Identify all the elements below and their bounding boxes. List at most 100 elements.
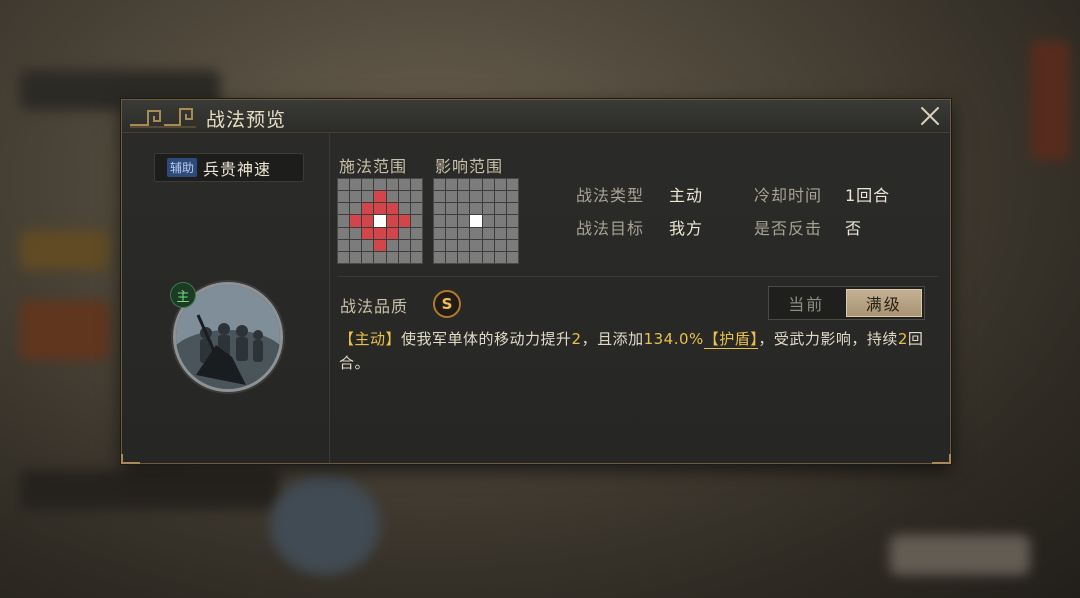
shield-keyword[interactable]: 【护盾】 [703, 330, 759, 349]
range-cell [446, 215, 458, 227]
range-cell [362, 191, 374, 203]
range-cell [338, 191, 350, 203]
active-tag: 【主动】 [339, 330, 402, 348]
range-cell [446, 191, 458, 203]
range-cell [398, 227, 410, 239]
section-divider [338, 276, 938, 277]
corner-ornament-icon [932, 454, 951, 464]
range-cell [374, 239, 386, 251]
range-cell [386, 239, 398, 251]
range-cell [362, 215, 374, 227]
range-cell [506, 203, 518, 215]
range-cell [470, 191, 482, 203]
range-cell [458, 239, 470, 251]
range-cell [434, 215, 446, 227]
range-cell [506, 227, 518, 239]
range-cell [482, 191, 494, 203]
range-cell [398, 239, 410, 251]
desc-number: 2 [571, 330, 582, 348]
skill-preview-dialog: 战法预览 辅助 兵贵神速 主 施法范围 影响范围 战法类型 主动 冷却时间 1回… [121, 99, 951, 464]
range-cell [446, 179, 458, 191]
range-cell [494, 251, 506, 263]
counterattack-value: 否 [845, 219, 863, 238]
skill-type-label: 战法类型 [576, 186, 645, 205]
range-cell [374, 215, 386, 227]
dialog-titlebar: 战法预览 [122, 100, 950, 133]
range-cell [410, 191, 422, 203]
desc-text: 使我军单体的移动力提升 [401, 330, 572, 348]
effect-range-label: 影响范围 [435, 157, 504, 176]
title-ornament-icon [130, 108, 196, 128]
range-cell [350, 179, 362, 191]
range-cell [410, 179, 422, 191]
range-cell [386, 215, 398, 227]
range-cell [494, 215, 506, 227]
range-cell [434, 203, 446, 215]
dialog-title: 战法预览 [206, 109, 287, 131]
range-cell [374, 179, 386, 191]
range-cell [446, 239, 458, 251]
range-cell [350, 191, 362, 203]
range-cell [386, 227, 398, 239]
cooldown-value: 1回合 [845, 186, 891, 205]
range-cell [506, 179, 518, 191]
range-cell [482, 215, 494, 227]
range-cell [350, 215, 362, 227]
range-cell [398, 191, 410, 203]
range-cell [362, 251, 374, 263]
range-cell [446, 251, 458, 263]
range-cell [434, 227, 446, 239]
effect-range-grid [433, 178, 519, 264]
range-cell [434, 179, 446, 191]
range-cell [470, 203, 482, 215]
range-cell [362, 227, 374, 239]
range-cell [494, 191, 506, 203]
range-cell [506, 239, 518, 251]
skill-type-value: 主动 [669, 186, 704, 205]
skill-category-badge: 辅助 [167, 158, 198, 177]
range-cell [470, 215, 482, 227]
desc-number: 2 [897, 330, 908, 348]
skill-summary-panel: 辅助 兵贵神速 主 [122, 133, 330, 463]
range-cell [374, 191, 386, 203]
cast-range-grid [337, 178, 423, 264]
range-cell [338, 215, 350, 227]
range-cell [482, 251, 494, 263]
skill-quality-label: 战法品质 [340, 297, 409, 316]
range-cell [410, 227, 422, 239]
range-cell [386, 191, 398, 203]
cast-range-label: 施法范围 [339, 157, 408, 176]
cooldown-label: 冷却时间 [754, 186, 823, 205]
range-cell [494, 227, 506, 239]
range-cell [482, 239, 494, 251]
skill-name: 兵贵神速 [203, 159, 272, 179]
skill-description: 【主动】使我军单体的移动力提升2，且添加134.0%【护盾】，受武力影响，持续2… [339, 327, 939, 375]
range-cell [446, 227, 458, 239]
range-cell [386, 179, 398, 191]
range-cell [398, 203, 410, 215]
range-cell [410, 239, 422, 251]
range-cell [398, 251, 410, 263]
range-cell [506, 215, 518, 227]
range-cell [470, 251, 482, 263]
range-cell [374, 251, 386, 263]
current-level-button[interactable]: 当前 [769, 287, 844, 319]
range-cell [374, 203, 386, 215]
max-level-button[interactable]: 满级 [845, 289, 922, 317]
range-cell [386, 203, 398, 215]
level-toggle: 当前 满级 [768, 286, 925, 320]
range-cell [338, 203, 350, 215]
range-cell [482, 227, 494, 239]
range-cell [458, 191, 470, 203]
range-cell [470, 227, 482, 239]
range-cell [458, 251, 470, 263]
active-type-badge: 主 [170, 282, 196, 308]
range-cell [410, 215, 422, 227]
range-cell [362, 179, 374, 191]
range-cell [410, 203, 422, 215]
range-cell [482, 179, 494, 191]
range-cell [338, 179, 350, 191]
range-cell [506, 191, 518, 203]
close-icon[interactable] [916, 102, 944, 130]
range-cell [434, 251, 446, 263]
